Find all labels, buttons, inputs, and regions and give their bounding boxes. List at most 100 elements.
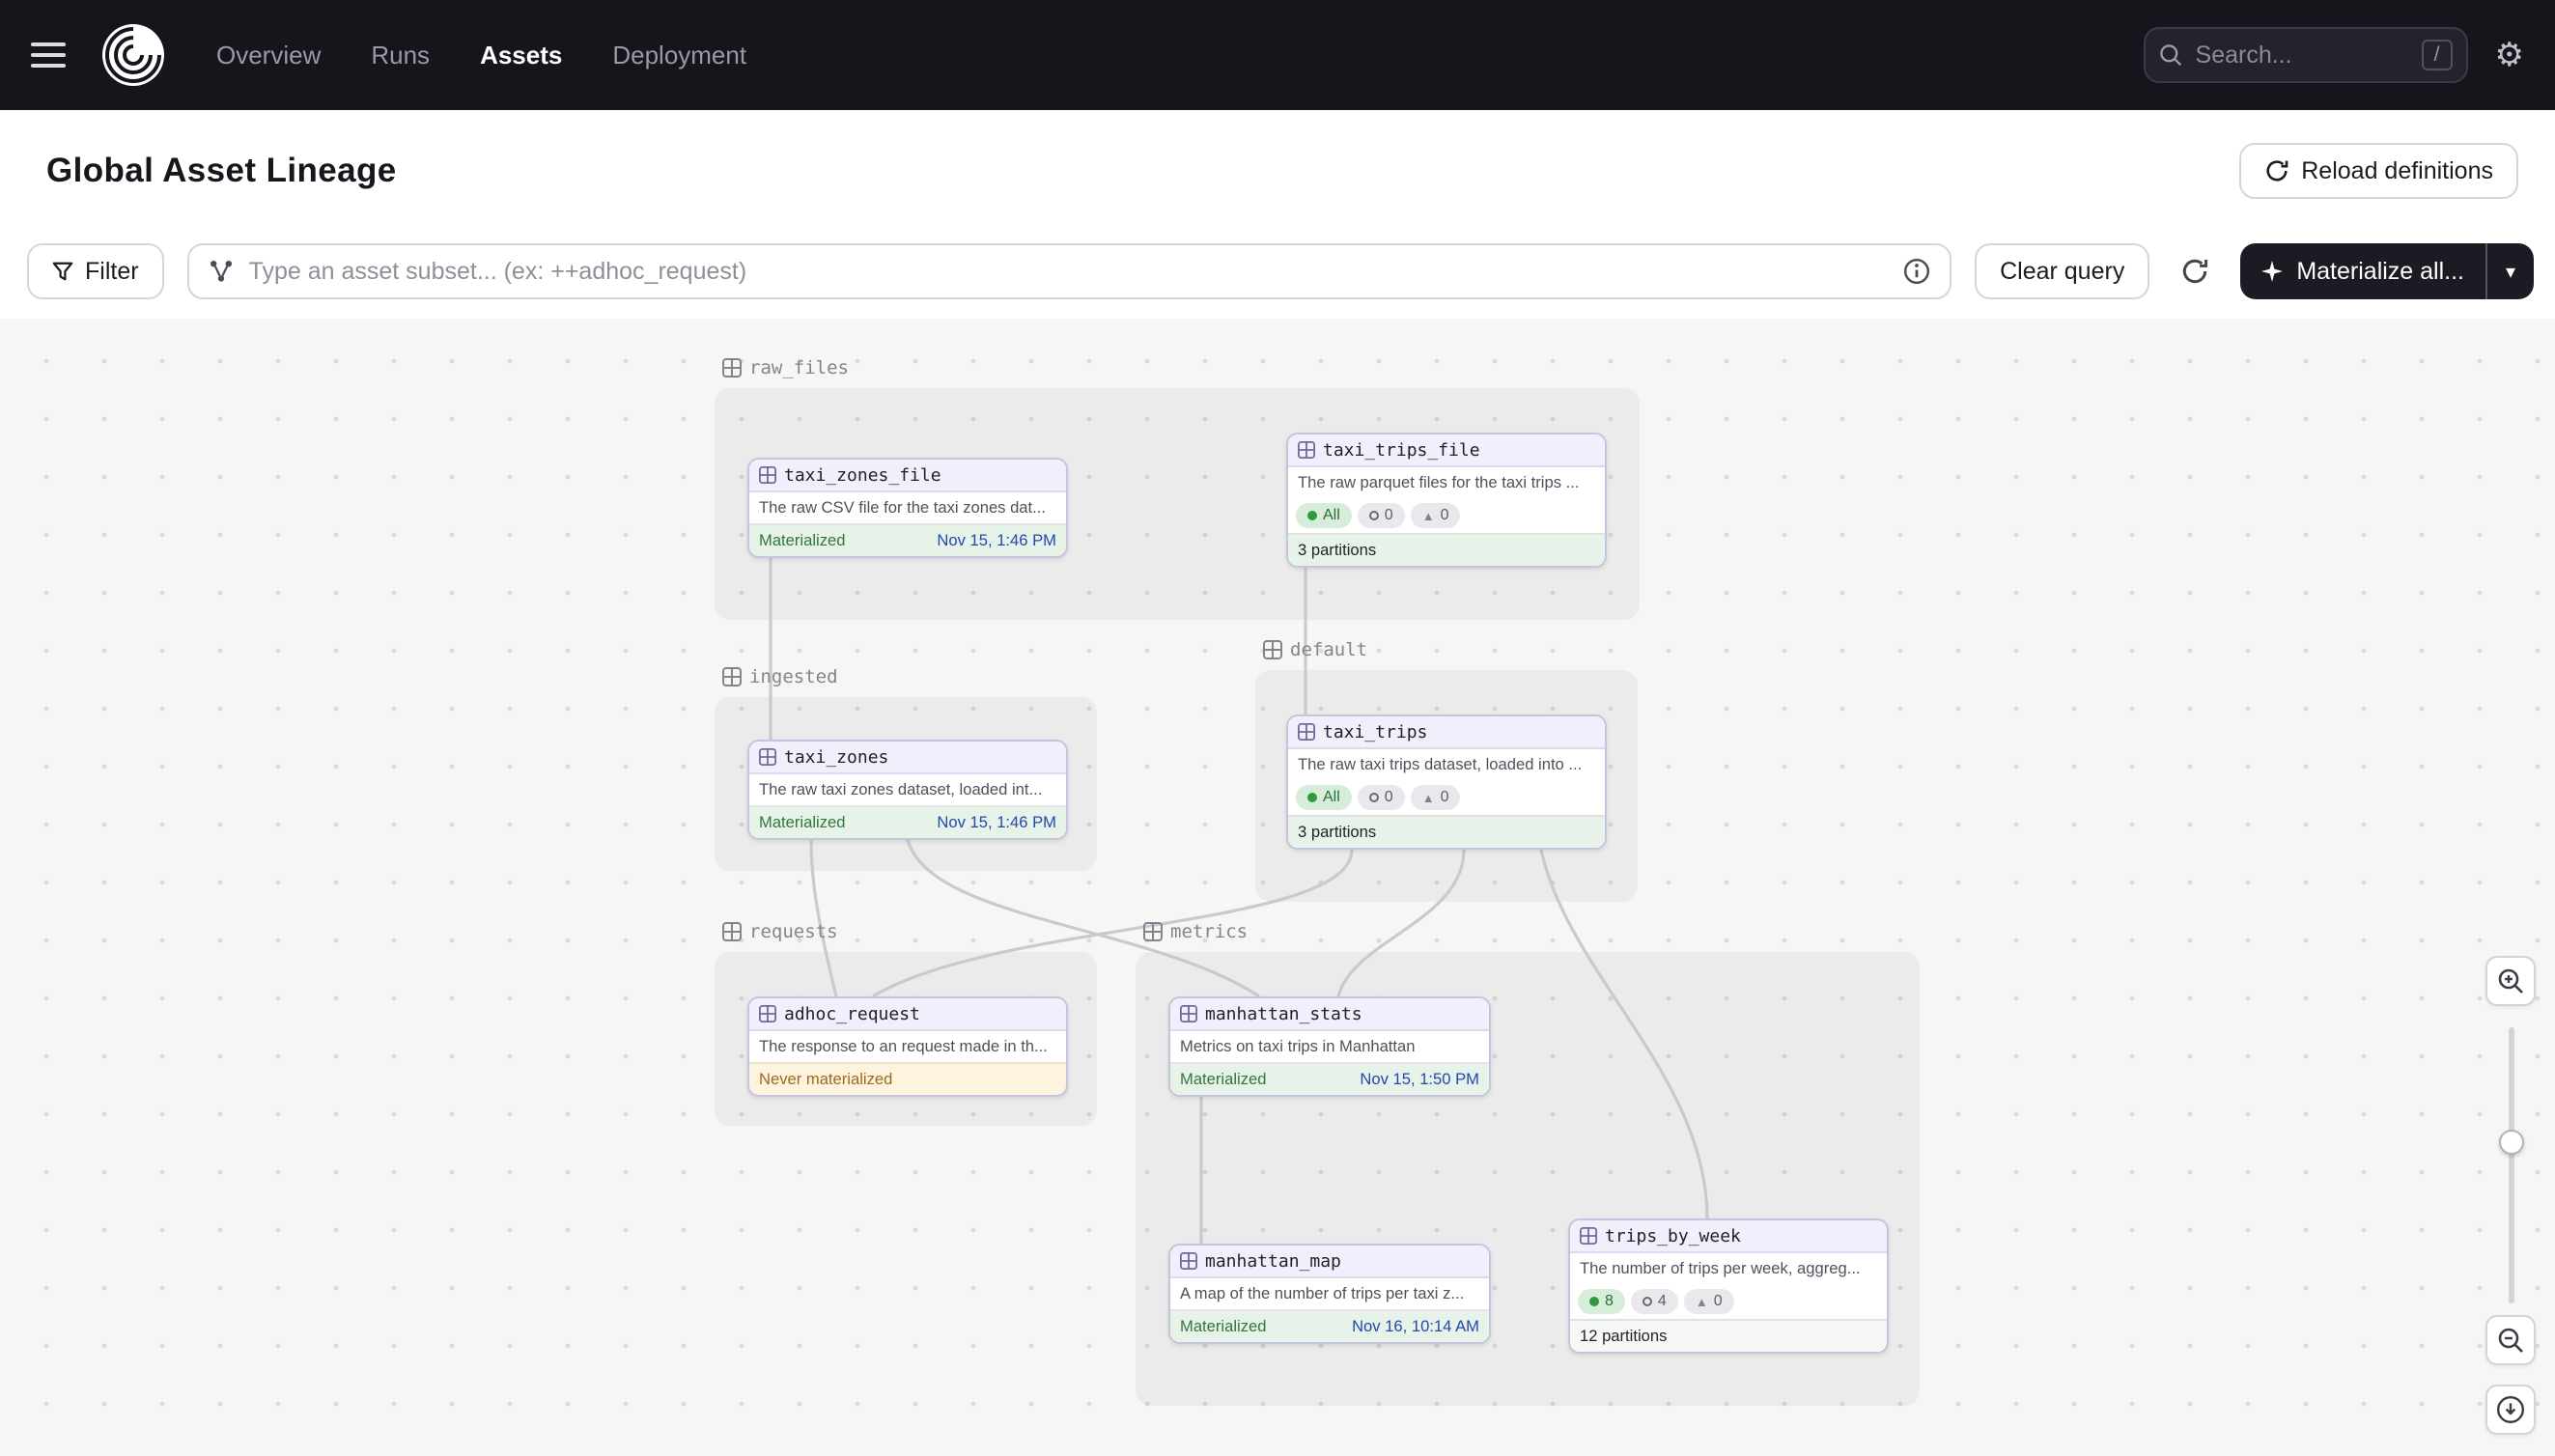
nav-item-deployment[interactable]: Deployment xyxy=(612,41,746,70)
status-label: Materialized xyxy=(759,813,845,832)
materialization-timestamp[interactable]: Nov 16, 10:14 AM xyxy=(1352,1317,1479,1336)
asset-name: manhattan_map xyxy=(1205,1251,1341,1272)
table-icon xyxy=(1180,1252,1197,1270)
search-icon xyxy=(2159,43,2182,67)
zoom-in-icon xyxy=(2497,967,2524,994)
group-name: metrics xyxy=(1170,921,1248,942)
op-selector-icon xyxy=(209,259,234,284)
filter-button[interactable]: Filter xyxy=(27,243,164,299)
materialization-timestamp[interactable]: Nov 15, 1:50 PM xyxy=(1360,1070,1479,1089)
failed-ring-icon xyxy=(1369,793,1379,802)
failed-ring-icon xyxy=(1369,511,1379,520)
materialized-partitions-badge[interactable]: 8 xyxy=(1578,1289,1625,1314)
asset-node-manhattan-stats[interactable]: manhattan_stats Metrics on taxi trips in… xyxy=(1168,996,1491,1097)
reload-definitions-button[interactable]: Reload definitions xyxy=(2239,143,2518,199)
asset-status-row: Never materialized xyxy=(749,1062,1066,1095)
nav-item-runs[interactable]: Runs xyxy=(371,41,430,70)
materialized-count: 8 xyxy=(1605,1293,1614,1310)
info-icon[interactable] xyxy=(1903,258,1930,285)
zoom-slider-thumb[interactable] xyxy=(2499,1130,2524,1155)
missing-partitions-badge[interactable]: ▲0 xyxy=(1684,1289,1734,1314)
menu-icon[interactable] xyxy=(31,42,66,68)
nav-item-assets[interactable]: Assets xyxy=(480,41,562,70)
asset-name: manhattan_stats xyxy=(1205,1004,1362,1024)
failed-partitions-badge[interactable]: 4 xyxy=(1631,1289,1678,1314)
zoom-slider-track[interactable] xyxy=(2509,1027,2514,1303)
failed-partitions-badge[interactable]: 0 xyxy=(1358,503,1405,528)
group-name: ingested xyxy=(749,666,838,687)
dagster-logo-icon[interactable] xyxy=(100,22,166,88)
asset-name: trips_by_week xyxy=(1605,1226,1741,1246)
asset-node-taxi-trips-file[interactable]: taxi_trips_file The raw parquet files fo… xyxy=(1286,433,1607,568)
asset-subset-input[interactable] xyxy=(249,258,1889,286)
partitions-summary: 12 partitions xyxy=(1570,1319,1887,1352)
primary-nav: Overview Runs Assets Deployment xyxy=(216,41,746,70)
partition-health-badges: All 0 ▲0 xyxy=(1288,780,1605,815)
asset-node-header: taxi_zones xyxy=(749,742,1066,774)
asset-description: The raw parquet files for the taxi trips… xyxy=(1288,467,1605,498)
asset-node-adhoc-request[interactable]: adhoc_request The response to an request… xyxy=(747,996,1068,1097)
partitions-summary: 3 partitions xyxy=(1288,815,1605,848)
status-label: Materialized xyxy=(1180,1070,1266,1089)
asset-node-manhattan-map[interactable]: manhattan_map A map of the number of tri… xyxy=(1168,1244,1491,1344)
asset-node-header: taxi_zones_file xyxy=(749,460,1066,492)
warning-triangle-icon: ▲ xyxy=(1422,510,1435,522)
recenter-download-button[interactable] xyxy=(2485,1385,2536,1435)
group-label-metrics[interactable]: metrics xyxy=(1143,921,1248,942)
group-label-default[interactable]: default xyxy=(1263,639,1367,660)
missing-count: 0 xyxy=(1441,789,1449,806)
asset-node-header: adhoc_request xyxy=(749,998,1066,1031)
materialize-caret-button[interactable]: ▾ xyxy=(2487,243,2534,299)
materialized-count: All xyxy=(1323,507,1340,524)
warning-triangle-icon: ▲ xyxy=(1696,1296,1708,1308)
table-icon xyxy=(1180,1005,1197,1022)
nav-item-overview[interactable]: Overview xyxy=(216,41,321,70)
status-label: Materialized xyxy=(1180,1317,1266,1336)
asset-node-header: taxi_trips xyxy=(1288,716,1605,749)
dagster-app: Overview Runs Assets Deployment Search..… xyxy=(0,0,2555,1456)
settings-gear-icon[interactable]: ⚙ xyxy=(2495,39,2524,71)
asset-node-trips-by-week[interactable]: trips_by_week The number of trips per we… xyxy=(1568,1218,1889,1354)
materialization-timestamp[interactable]: Nov 15, 1:46 PM xyxy=(937,531,1056,550)
materialized-dot-icon xyxy=(1589,1297,1599,1306)
asset-node-header: manhattan_map xyxy=(1170,1246,1489,1278)
missing-count: 0 xyxy=(1714,1293,1723,1310)
missing-count: 0 xyxy=(1441,507,1449,524)
materialized-partitions-badge[interactable]: All xyxy=(1296,785,1352,810)
group-label-requests[interactable]: requests xyxy=(722,921,838,942)
asset-description: The raw CSV file for the taxi zones dat.… xyxy=(749,492,1066,523)
asset-node-header: taxi_trips_file xyxy=(1288,434,1605,467)
refresh-query-button[interactable] xyxy=(2173,243,2217,299)
partition-health-badges: 8 4 ▲0 xyxy=(1570,1284,1887,1319)
asset-description: The number of trips per week, aggreg... xyxy=(1570,1253,1887,1284)
missing-partitions-badge[interactable]: ▲0 xyxy=(1411,785,1461,810)
page-header: Global Asset Lineage Reload definitions xyxy=(0,110,2555,232)
asset-node-taxi-zones[interactable]: taxi_zones The raw taxi zones dataset, l… xyxy=(747,740,1068,840)
group-label-ingested[interactable]: ingested xyxy=(722,666,838,687)
lineage-canvas[interactable]: raw_files ingested default requests metr… xyxy=(0,319,2555,1456)
asset-node-taxi-trips[interactable]: taxi_trips The raw taxi trips dataset, l… xyxy=(1286,714,1607,850)
arrow-down-circle-icon xyxy=(2496,1395,2525,1424)
asset-description: Metrics on taxi trips in Manhattan xyxy=(1170,1031,1489,1062)
zoom-in-button[interactable] xyxy=(2485,956,2536,1006)
top-navbar: Overview Runs Assets Deployment Search..… xyxy=(0,0,2555,110)
group-label-raw-files[interactable]: raw_files xyxy=(722,357,849,378)
group-grid-icon xyxy=(1263,640,1282,659)
asset-subset-input-wrap xyxy=(187,243,1952,299)
materialized-partitions-badge[interactable]: All xyxy=(1296,503,1352,528)
table-icon xyxy=(759,466,776,484)
group-grid-icon xyxy=(722,667,742,686)
zoom-out-button[interactable] xyxy=(2485,1315,2536,1365)
asset-node-taxi-zones-file[interactable]: taxi_zones_file The raw CSV file for the… xyxy=(747,458,1068,558)
failed-partitions-badge[interactable]: 0 xyxy=(1358,785,1405,810)
failed-ring-icon xyxy=(1642,1297,1652,1306)
status-label: Materialized xyxy=(759,531,845,550)
warning-triangle-icon: ▲ xyxy=(1422,792,1435,804)
clear-query-button[interactable]: Clear query xyxy=(1975,243,2149,299)
refresh-icon xyxy=(2180,257,2209,286)
materialize-all-button[interactable]: Materialize all... ▾ xyxy=(2240,243,2534,299)
global-search-input[interactable]: Search... / xyxy=(2144,27,2468,83)
table-icon xyxy=(1580,1227,1597,1245)
missing-partitions-badge[interactable]: ▲0 xyxy=(1411,503,1461,528)
materialization-timestamp[interactable]: Nov 15, 1:46 PM xyxy=(937,813,1056,832)
